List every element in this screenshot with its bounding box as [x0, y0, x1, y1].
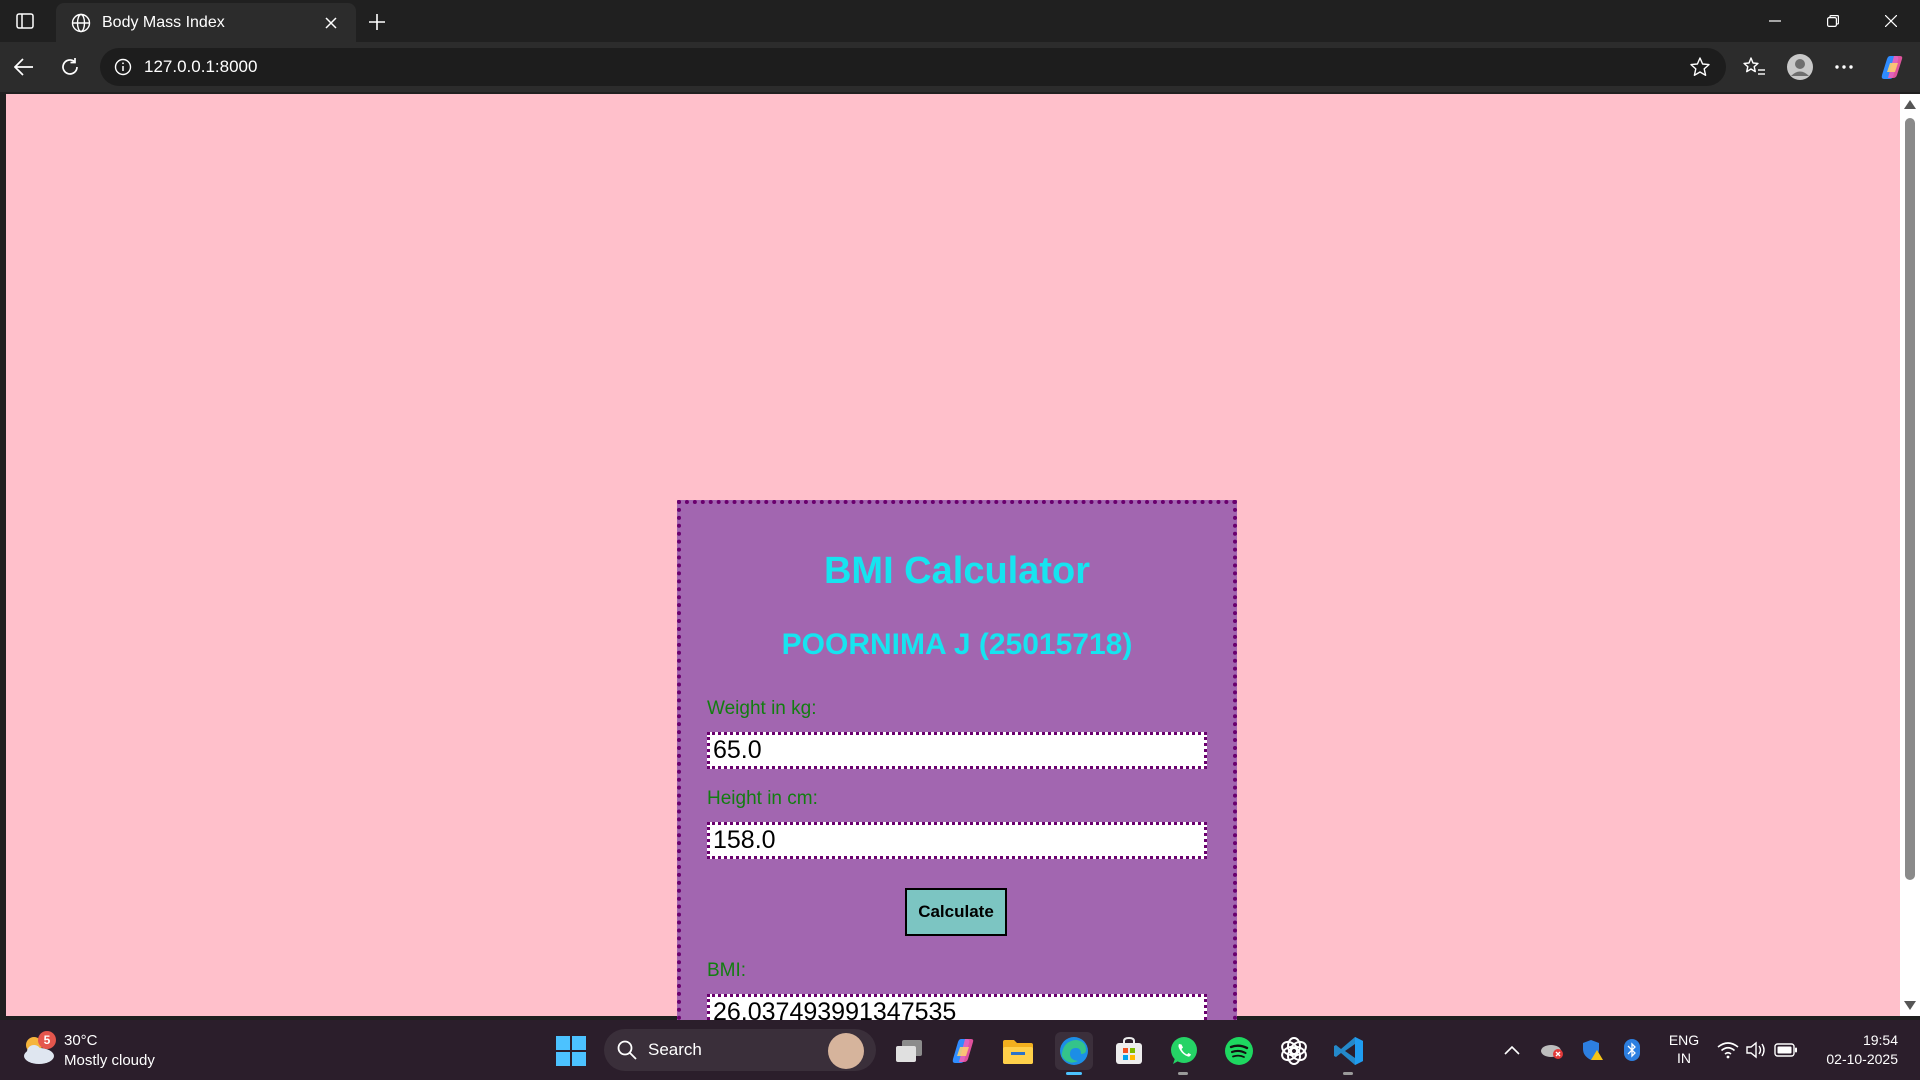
- taskbar-clock[interactable]: 19:54 02-10-2025: [1808, 1031, 1898, 1069]
- weather-widget[interactable]: 5 30°C Mostly cloudy: [20, 1028, 190, 1072]
- bluetooth-icon[interactable]: [1618, 1036, 1646, 1064]
- height-input[interactable]: [707, 822, 1207, 859]
- vscode-icon[interactable]: [1330, 1032, 1368, 1070]
- favorite-star-icon[interactable]: [1686, 53, 1714, 81]
- windows-logo-tile: [572, 1052, 586, 1066]
- security-warning-icon[interactable]: [1578, 1036, 1606, 1064]
- back-arrow-icon: [14, 58, 33, 76]
- site-info-icon[interactable]: [112, 56, 134, 78]
- copilot-app-icon[interactable]: [944, 1032, 982, 1070]
- file-explorer-icon[interactable]: [999, 1032, 1037, 1070]
- whatsapp-running-indicator: [1178, 1072, 1188, 1075]
- volume-icon[interactable]: [1742, 1036, 1770, 1064]
- weight-input[interactable]: [707, 732, 1207, 769]
- weather-alert-badge: 5: [38, 1031, 56, 1049]
- refresh-icon: [62, 58, 78, 75]
- author-subtitle: POORNIMA J (25015718): [781, 628, 1133, 661]
- temperature: 30°C: [64, 1032, 98, 1049]
- profile-button[interactable]: [1784, 51, 1816, 83]
- minimize-icon: [1769, 20, 1781, 22]
- windows-logo-tile: [556, 1036, 570, 1050]
- minimize-button[interactable]: [1746, 0, 1804, 42]
- search-icon: [617, 1040, 637, 1060]
- bmi-form-card: BMI Calculator POORNIMA J (25015718) Wei…: [677, 500, 1237, 1076]
- close-window-button[interactable]: [1862, 0, 1920, 42]
- height-label: Height in cm:: [707, 788, 818, 809]
- start-button[interactable]: [556, 1036, 586, 1066]
- ellipsis-icon: [1835, 65, 1853, 69]
- task-view-icon[interactable]: [890, 1032, 928, 1070]
- tab-title: Body Mass Index: [102, 13, 225, 31]
- weight-label: Weight in kg:: [707, 698, 817, 719]
- restore-icon: [1827, 15, 1839, 27]
- copilot-icon: [1881, 56, 1903, 79]
- new-tab-button[interactable]: [362, 7, 392, 37]
- taskbar-search[interactable]: Search: [604, 1029, 876, 1071]
- windows-logo-tile: [556, 1052, 570, 1066]
- show-hidden-icons-chevron-icon[interactable]: [1498, 1036, 1526, 1064]
- spotify-icon[interactable]: [1220, 1032, 1258, 1070]
- page-title: BMI Calculator: [823, 550, 1091, 592]
- url-text[interactable]: 127.0.0.1:8000: [144, 57, 1686, 77]
- scrollbar-thumb[interactable]: [1905, 118, 1915, 880]
- globe-icon: [70, 12, 92, 34]
- microsoft-store-icon[interactable]: [1110, 1032, 1148, 1070]
- battery-icon[interactable]: [1772, 1036, 1800, 1064]
- whatsapp-icon[interactable]: [1165, 1032, 1203, 1070]
- copilot-button[interactable]: [1876, 51, 1908, 83]
- browser-tab[interactable]: Body Mass Index: [56, 3, 356, 42]
- plus-icon: [369, 14, 385, 30]
- close-tab-icon[interactable]: [318, 10, 344, 36]
- profile-avatar-icon: [1787, 54, 1813, 80]
- vertical-scrollbar[interactable]: [1900, 94, 1920, 1016]
- more-options-button[interactable]: [1828, 51, 1860, 83]
- clock-date: 02-10-2025: [1826, 1051, 1898, 1067]
- weather-condition: Mostly cloudy: [64, 1052, 155, 1069]
- tab-actions-icon: [16, 13, 34, 29]
- tab-actions-button[interactable]: [10, 8, 40, 34]
- address-bar[interactable]: 127.0.0.1:8000: [100, 48, 1726, 86]
- search-placeholder: Search: [648, 1040, 702, 1059]
- page-viewport: BMI Calculator POORNIMA J (25015718) Wei…: [6, 94, 1900, 1076]
- vscode-running-indicator: [1343, 1072, 1353, 1075]
- wifi-icon[interactable]: [1714, 1036, 1742, 1064]
- tab-bar: Body Mass Index: [0, 0, 1920, 42]
- language-code: ENG: [1668, 1032, 1700, 1048]
- calculate-button[interactable]: Calculate: [905, 888, 1007, 936]
- search-highlight-avatar: [828, 1033, 864, 1069]
- edge-active-indicator: [1066, 1072, 1082, 1075]
- onedrive-error-icon[interactable]: [1538, 1036, 1566, 1064]
- bmi-label: BMI:: [707, 960, 747, 981]
- language-indicator[interactable]: ENG IN: [1666, 1031, 1702, 1067]
- browser-toolbar: 127.0.0.1:8000: [0, 42, 1920, 92]
- refresh-button[interactable]: [54, 51, 86, 83]
- windows-taskbar: 5 30°C Mostly cloudy Search ENG IN 19:54…: [0, 1020, 1920, 1080]
- back-button[interactable]: [8, 51, 40, 83]
- restore-button[interactable]: [1804, 0, 1862, 42]
- clock-time: 19:54: [1862, 1032, 1898, 1048]
- favorites-button[interactable]: [1738, 51, 1770, 83]
- scroll-down-icon[interactable]: [1904, 1001, 1916, 1010]
- windows-logo-tile: [572, 1036, 586, 1050]
- region-code: IN: [1677, 1050, 1691, 1066]
- edge-browser-icon[interactable]: [1055, 1032, 1093, 1070]
- favorites-list-icon: [1743, 57, 1765, 75]
- scroll-up-icon[interactable]: [1904, 100, 1916, 109]
- close-icon: [1885, 15, 1897, 27]
- chatgpt-icon[interactable]: [1275, 1032, 1313, 1070]
